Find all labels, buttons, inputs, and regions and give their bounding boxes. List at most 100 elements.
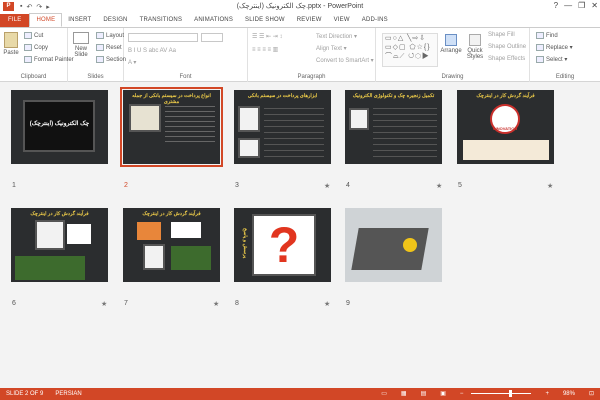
- format-painter-button[interactable]: Format Painter: [24, 56, 74, 63]
- reading-view-icon[interactable]: ▤: [421, 390, 427, 397]
- slide-text-lines: [165, 106, 215, 146]
- zoom-slider-thumb[interactable]: [508, 390, 512, 397]
- zoom-level[interactable]: 98%: [563, 391, 575, 397]
- shapes-gallery[interactable]: ▭○△ ╲⇨⇩ ▭◇▢ ⬠☆{} ⌒⌓⟋ ↺⬡▶: [382, 33, 438, 67]
- font-format-icons[interactable]: B I U S abc AV Aa: [128, 48, 176, 54]
- reset-button[interactable]: Reset: [96, 44, 122, 51]
- window-title: چک الکترونیک (اینترچک).pptx - PowerPoint: [236, 3, 364, 10]
- copy-icon: [24, 44, 32, 51]
- font-size-field[interactable]: [201, 33, 223, 42]
- animation-star-icon: ★: [547, 183, 554, 190]
- slides-group: New Slide Layout Reset Section Slides: [68, 28, 126, 82]
- slide-text-box: [171, 246, 211, 270]
- font-name-field[interactable]: [128, 33, 198, 42]
- tab-transitions[interactable]: TRANSITIONS: [134, 14, 189, 27]
- animation-star-icon: ★: [436, 183, 443, 190]
- clipboard-label: Clipboard: [20, 74, 47, 80]
- replace-button[interactable]: Replace ▾: [536, 44, 573, 51]
- paste-icon: [4, 32, 18, 48]
- slide-thumbnail-9[interactable]: [345, 208, 442, 282]
- paragraph-label: Paragraph: [297, 74, 326, 80]
- ribbon: Paste Cut Copy Format Painter Clipboard …: [0, 27, 600, 82]
- slide-number: 3: [235, 182, 239, 189]
- tab-home[interactable]: HOME: [29, 13, 63, 27]
- slide-thumbnail-1[interactable]: چک الکترونیک (اینترچک): [11, 90, 108, 164]
- convert-smartart-button[interactable]: Convert to SmartArt ▾: [316, 57, 374, 64]
- slide-number: 8: [235, 300, 239, 307]
- zoom-slider[interactable]: [471, 390, 532, 397]
- new-slide-button[interactable]: New Slide: [70, 32, 92, 58]
- language-indicator[interactable]: PERSIAN: [55, 391, 81, 397]
- tab-design[interactable]: DESIGN: [97, 14, 133, 27]
- quick-styles-icon: [469, 34, 481, 46]
- align-icons[interactable]: ≡ ≡ ≡ ≡ ▥: [252, 46, 278, 53]
- zoom-out-icon[interactable]: −: [460, 391, 464, 397]
- section-button[interactable]: Section: [96, 56, 126, 63]
- window-controls: ? — ❐ ✕: [554, 1, 598, 10]
- shape-fill-button[interactable]: Shape Fill: [488, 32, 515, 38]
- cursor-icon: [536, 56, 544, 63]
- editing-group: Find Replace ▾ Select ▾ Editing: [530, 28, 600, 82]
- scissors-icon: [24, 32, 32, 39]
- brush-icon: [24, 56, 32, 63]
- slide-thumbnail-5[interactable]: فرآیند گردش کار در اینترچک INNOVATION: [457, 90, 554, 164]
- help-icon[interactable]: ?: [554, 1, 558, 10]
- slide-thumbnail-6[interactable]: فرآیند گردش کار در اینترچک: [11, 208, 108, 282]
- copy-button[interactable]: Copy: [24, 44, 48, 51]
- laptop-image: [351, 228, 429, 270]
- tab-slide-show[interactable]: SLIDE SHOW: [239, 14, 291, 27]
- animation-star-icon: ★: [324, 301, 331, 308]
- tab-animations[interactable]: ANIMATIONS: [188, 14, 239, 27]
- slide-thumbnail-7[interactable]: فرآیند گردش کار در اینترچک: [123, 208, 220, 282]
- slide-text-box: [463, 140, 549, 160]
- layout-button[interactable]: Layout: [96, 32, 124, 39]
- find-button[interactable]: Find: [536, 32, 558, 39]
- quick-styles-button[interactable]: Quick Styles: [464, 34, 486, 60]
- tab-view[interactable]: VIEW: [328, 14, 356, 27]
- minimize-icon[interactable]: —: [564, 1, 572, 10]
- slide-sorter-icon[interactable]: ▦: [401, 390, 407, 397]
- slideshow-icon[interactable]: ▣: [440, 390, 446, 397]
- shape-effects-button[interactable]: Shape Effects: [488, 56, 525, 62]
- tab-file[interactable]: FILE: [0, 14, 30, 27]
- select-button[interactable]: Select ▾: [536, 56, 567, 63]
- slide-text-box: [137, 222, 161, 240]
- figure-image: [35, 220, 65, 250]
- shape-outline-button[interactable]: Shape Outline: [488, 44, 526, 50]
- slide-thumbnail-2[interactable]: انواع پرداخت در سیستم بانکی از جمله مشتر…: [120, 87, 223, 167]
- cut-button[interactable]: Cut: [24, 32, 43, 39]
- editing-label: Editing: [555, 74, 575, 80]
- restore-icon[interactable]: ❐: [578, 1, 585, 10]
- arrange-icon: [445, 34, 457, 46]
- normal-view-icon[interactable]: ▭: [381, 390, 387, 397]
- slide-text-lines: [373, 108, 437, 158]
- slide-number: 5: [458, 182, 462, 189]
- slide-thumbnail-3[interactable]: ابزارهای پرداخت در سیستم بانکی: [234, 90, 331, 164]
- figure-image: [143, 244, 165, 270]
- slide-thumbnail-4[interactable]: تکمیل زنجیره چک و تکنولوژی الکترونیک: [345, 90, 442, 164]
- fit-to-window-icon[interactable]: ⊡: [589, 390, 594, 397]
- slide-thumbnail-8[interactable]: ? پرسش و پاسخ: [234, 208, 331, 282]
- zoom-in-icon[interactable]: +: [545, 391, 549, 397]
- text-direction-button[interactable]: Text Direction ▾: [316, 33, 357, 40]
- close-icon[interactable]: ✕: [591, 1, 598, 10]
- drawing-label: Drawing: [441, 74, 464, 80]
- animation-star-icon: ★: [324, 183, 331, 190]
- arrange-button[interactable]: Arrange: [440, 34, 462, 54]
- animation-star-icon: ★: [101, 301, 108, 308]
- clipboard-group: Paste Cut Copy Format Painter Clipboard: [0, 28, 74, 82]
- list-icons[interactable]: ☰ ☰ ⇤ ⇥ ↕: [252, 33, 282, 40]
- font-color-icon[interactable]: A ▾: [128, 59, 136, 66]
- slide-number: 6: [12, 300, 16, 307]
- slide-info[interactable]: SLIDE 2 OF 9: [6, 391, 43, 397]
- slide-number: 1: [12, 182, 16, 189]
- slide-text-lines: [264, 108, 324, 158]
- tab-add-ins[interactable]: ADD-INS: [356, 14, 394, 27]
- tab-review[interactable]: REVIEW: [291, 14, 328, 27]
- align-text-button[interactable]: Align Text ▾: [316, 45, 347, 52]
- slide-number: 7: [124, 300, 128, 307]
- tab-insert[interactable]: INSERT: [62, 14, 97, 27]
- figure-image: [238, 138, 260, 158]
- building-image: [129, 104, 161, 132]
- paste-button[interactable]: Paste: [2, 32, 20, 56]
